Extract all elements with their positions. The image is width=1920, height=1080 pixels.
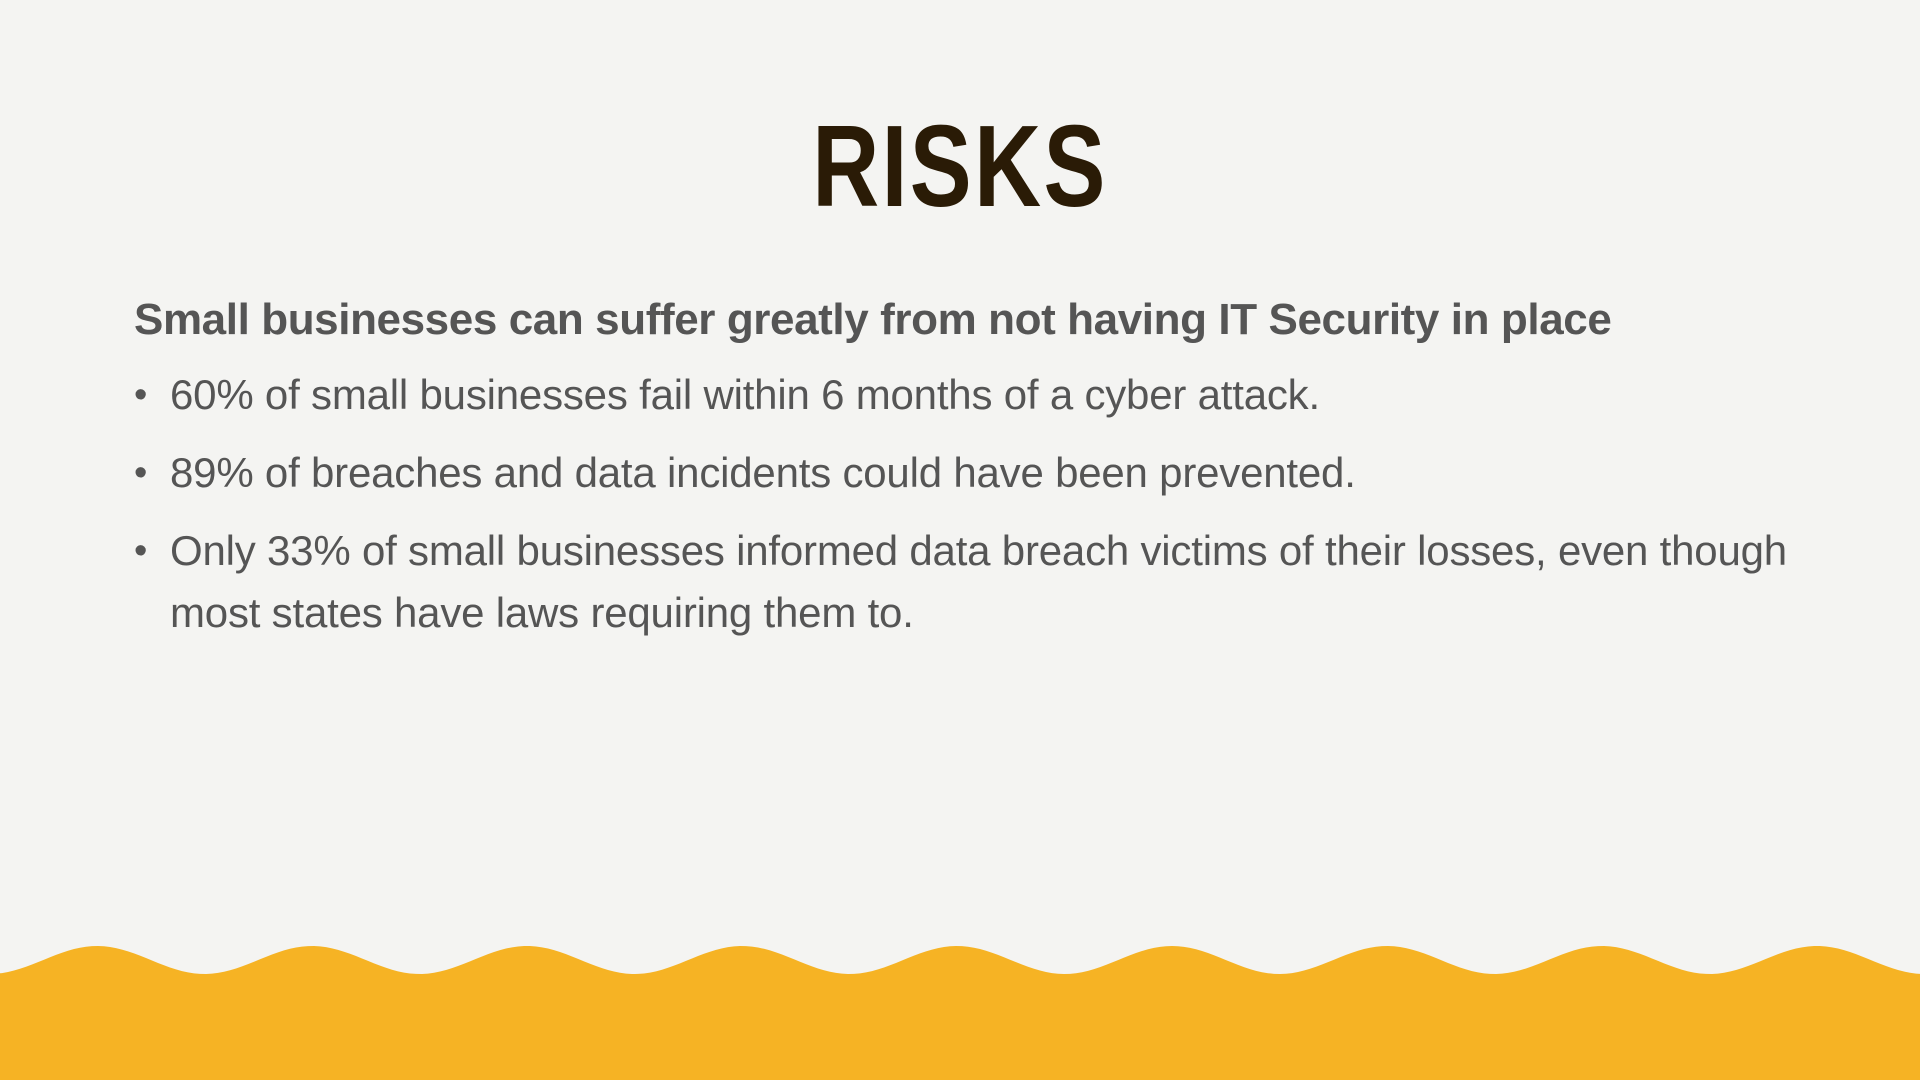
bullet-item: • 60% of small businesses fail within 6 … <box>134 364 1814 426</box>
bullet-item: • Only 33% of small businesses informed … <box>134 520 1814 644</box>
bullet-icon: • <box>134 374 148 416</box>
bullet-list: • 60% of small businesses fail within 6 … <box>134 364 1814 644</box>
bullet-item: • 89% of breaches and data incidents cou… <box>134 442 1814 504</box>
slide-content: Small businesses can suffer greatly from… <box>134 290 1814 660</box>
bullet-text: 89% of breaches and data incidents could… <box>170 449 1356 496</box>
bullet-text: Only 33% of small businesses informed da… <box>170 527 1787 636</box>
bullet-icon: • <box>134 530 148 572</box>
slide-title: RISKS <box>812 101 1108 231</box>
wave-decoration <box>0 946 1920 1080</box>
slide: RISKS Small businesses can suffer greatl… <box>0 0 1920 1080</box>
bullet-icon: • <box>134 452 148 494</box>
bullet-text: 60% of small businesses fail within 6 mo… <box>170 371 1320 418</box>
subheading: Small businesses can suffer greatly from… <box>134 295 1612 344</box>
wave-shape <box>0 946 1920 1080</box>
